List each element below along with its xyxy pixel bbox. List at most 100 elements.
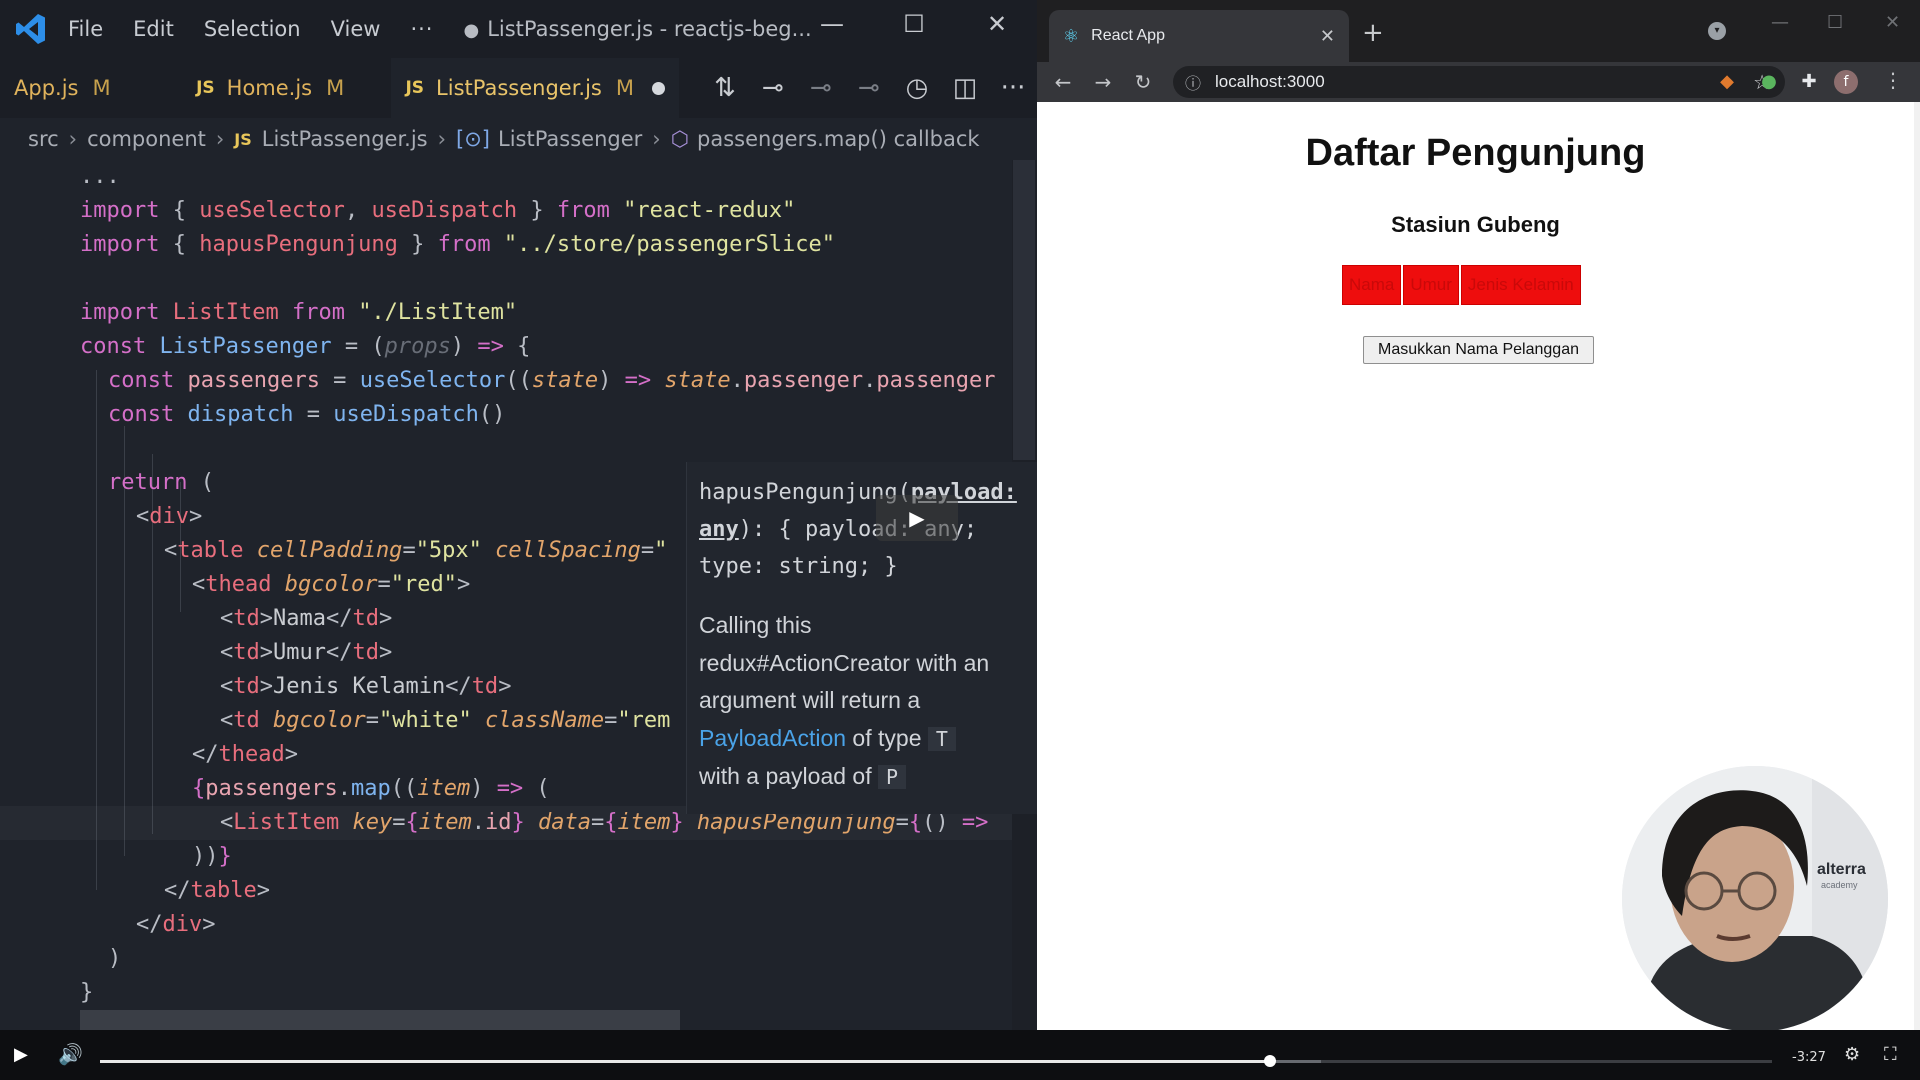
site-info-icon[interactable]: ⓘ — [1185, 70, 1201, 94]
menu-selection[interactable]: Selection — [204, 17, 301, 41]
desc-text: with a payload of — [699, 763, 879, 789]
code-line: import { hapusPengunjung } from "../stor… — [80, 232, 836, 257]
chevron-right-icon: › — [437, 127, 447, 151]
code-line: ))} — [192, 844, 232, 869]
address-bar[interactable]: ⓘ localhost:3000 ☆ — [1173, 66, 1785, 98]
code-line: import ListItem from "./ListItem" — [80, 300, 518, 325]
menu-view[interactable]: View — [331, 17, 381, 41]
browser-tab[interactable]: ⚛ React App ✕ — [1049, 10, 1349, 62]
browser-tab-title: React App — [1091, 27, 1165, 44]
go-back-icon[interactable]: ⊸ — [797, 73, 845, 103]
type-param-p: P — [878, 765, 907, 789]
breadcrumb-callback[interactable]: passengers.map() callback — [697, 127, 980, 151]
unsaved-dot-icon[interactable] — [652, 81, 665, 95]
maximize-button[interactable]: ☐ — [894, 10, 934, 38]
add-customer-button[interactable]: Masukkan Nama Pelanggan — [1363, 336, 1594, 364]
window-title-text: ListPassenger.js - reactjs-beg... — [487, 17, 812, 41]
tab-search-icon[interactable]: ▾ — [1708, 22, 1726, 40]
menu-file[interactable]: File — [68, 17, 103, 41]
code-line: } — [80, 980, 94, 1005]
type-param-t: T — [927, 726, 956, 751]
table-header-cell: Jenis Kelamin — [1460, 265, 1581, 305]
tab-label: App.js — [14, 76, 79, 100]
extensions-puzzle-icon[interactable]: ✚ — [1797, 70, 1821, 94]
table-header-row: Nama Umur Jenis Kelamin — [1342, 265, 1581, 305]
chevron-right-icon: › — [215, 127, 225, 151]
breadcrumb: src › component › JS ListPassenger.js › … — [0, 118, 1037, 160]
metamask-extension-icon[interactable]: ◆ — [1715, 70, 1739, 94]
color-extension-icon[interactable]: ● — [1757, 70, 1781, 94]
timeline-icon[interactable]: ◷ — [893, 73, 941, 103]
vscode-window: File Edit Selection View ··· ● ListPassen… — [0, 0, 1037, 1030]
sig-return-type: type: string; } — [699, 554, 898, 579]
window-title: ● ListPassenger.js - reactjs-beg... — [463, 17, 812, 41]
breadcrumb-symbol[interactable]: ListPassenger — [498, 127, 642, 151]
minimize-button[interactable]: — — [812, 10, 852, 38]
passenger-table: Nama Umur Jenis Kelamin — [1340, 263, 1583, 307]
browser-menu-icon[interactable]: ⋮ — [1883, 68, 1903, 92]
editor-tab-bar: App.js M JS Home.js M JS ListPassenger.j… — [0, 58, 1037, 118]
symbol-method-icon: ⬡ — [670, 127, 690, 151]
code-line: </div> — [136, 912, 216, 937]
tab-app-js[interactable]: App.js M — [0, 58, 182, 118]
alterra-logo-sub: academy — [1821, 880, 1858, 890]
breadcrumb-component[interactable]: component — [87, 127, 206, 151]
payloadaction-link[interactable]: PayloadAction — [699, 725, 846, 751]
source-control-icon[interactable]: ⇅ — [701, 73, 749, 103]
fullscreen-icon[interactable]: ⛶ — [1884, 1044, 1897, 1065]
editor-actions: ⇅ ⊸ ⊸ ⊸ ◷ ◫ ··· — [701, 58, 1037, 118]
modified-badge: M — [92, 76, 111, 100]
hover-tooltip: hapusPengunjung(payload: any): { payload… — [686, 462, 1037, 814]
time-remaining: -3:27 — [1792, 1050, 1826, 1065]
back-arrow-icon[interactable]: ← — [1043, 70, 1083, 94]
tab-label: ListPassenger.js — [436, 76, 602, 100]
js-file-icon: JS — [234, 129, 252, 149]
tab-listpassenger-js[interactable]: JS ListPassenger.js M — [391, 58, 679, 118]
volume-icon[interactable]: 🔊 — [58, 1042, 83, 1066]
settings-gear-icon[interactable]: ⚙ — [1844, 1044, 1860, 1065]
menu-edit[interactable]: Edit — [133, 17, 174, 41]
browser-minimize-button[interactable]: — — [1771, 12, 1789, 33]
page-title: Daftar Pengunjung — [1305, 132, 1646, 174]
split-editor-icon[interactable]: ◫ — [941, 73, 989, 103]
code-line: ) — [108, 946, 122, 971]
title-bar: File Edit Selection View ··· ● ListPassen… — [0, 0, 1037, 58]
close-button[interactable]: ✕ — [977, 10, 1017, 38]
menu-more-icon[interactable]: ··· — [410, 17, 433, 41]
forward-arrow-icon[interactable]: → — [1083, 70, 1123, 94]
tab-label: Home.js — [226, 76, 313, 100]
chevron-right-icon: › — [68, 127, 78, 151]
breadcrumb-file[interactable]: ListPassenger.js — [262, 127, 428, 151]
tab-home-js[interactable]: JS Home.js M — [182, 58, 391, 118]
more-actions-icon[interactable]: ··· — [989, 73, 1037, 103]
hover-description: Calling this redux#ActionCreator with an… — [699, 607, 1037, 797]
tab-close-icon[interactable]: ✕ — [1320, 26, 1335, 47]
code-line: import { useSelector, useDispatch } from… — [80, 198, 796, 223]
browser-maximize-button[interactable]: ☐ — [1827, 12, 1843, 33]
profile-avatar[interactable]: f — [1834, 70, 1858, 94]
browser-close-button[interactable]: ✕ — [1885, 12, 1900, 33]
desc-text: redux#ActionCreator with an — [699, 649, 990, 676]
video-control-bar: ▶ 🔊 -3:27 ⚙ ⛶ — [0, 1030, 1920, 1080]
code-line: const passengers = useSelector((state) =… — [108, 368, 996, 393]
table-header-cell: Nama — [1342, 265, 1402, 305]
new-tab-button[interactable]: + — [1362, 18, 1384, 48]
go-forward-icon[interactable]: ⊸ — [845, 73, 893, 103]
git-commit-icon[interactable]: ⊸ — [749, 73, 797, 103]
browser-toolbar: ← → ↻ ⓘ localhost:3000 ☆ ◆ ● ✚ f ⋮ — [1037, 62, 1920, 102]
horizontal-scrollbar[interactable] — [80, 1010, 680, 1030]
seek-bar-handle[interactable] — [1264, 1055, 1277, 1067]
hover-signature: hapusPengunjung(payload: any): { payload… — [699, 474, 1037, 585]
reload-icon[interactable]: ↻ — [1123, 70, 1163, 94]
browser-tab-strip: ⚛ React App ✕ + ▾ — ☐ ✕ — [1037, 0, 1920, 62]
vertical-scrollbar-thumb[interactable] — [1013, 160, 1035, 460]
desc-text: of type — [846, 724, 928, 751]
video-play-overlay-icon[interactable]: ▶ — [876, 495, 958, 541]
webcam-overlay: alterra academy — [1622, 766, 1888, 1032]
play-icon[interactable]: ▶ — [14, 1044, 28, 1065]
page-scrollbar[interactable] — [1914, 102, 1920, 1030]
modified-badge: M — [615, 76, 634, 100]
table-header-cell: Umur — [1403, 265, 1459, 305]
sig-param-type: any — [699, 517, 739, 542]
breadcrumb-src[interactable]: src — [28, 127, 59, 151]
